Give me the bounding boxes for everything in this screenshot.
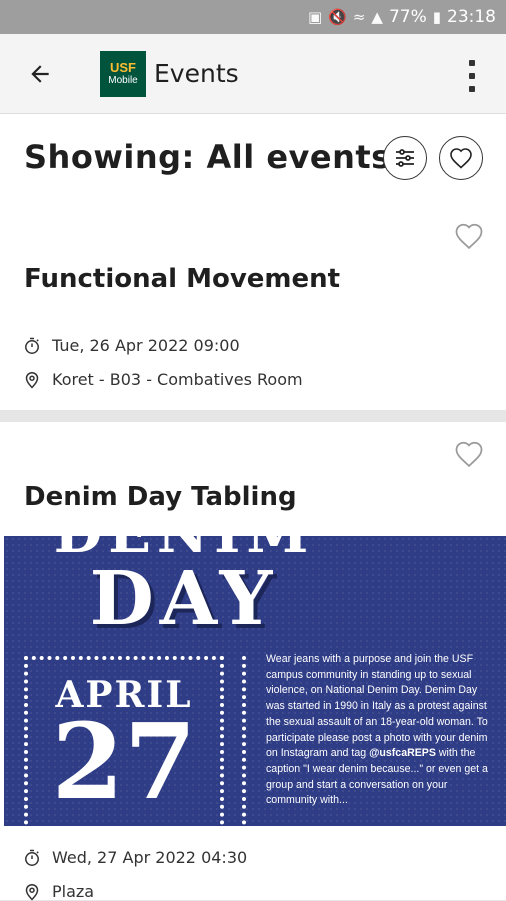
- poster-day: 27: [51, 700, 197, 823]
- stopwatch-icon: [25, 337, 39, 354]
- events-header: Showing: All events: [0, 114, 506, 204]
- app-title: Events: [154, 59, 239, 88]
- event-card[interactable]: Functional Movement Tue, 26 Apr 2022 09:…: [0, 204, 506, 410]
- poster-divider: [242, 656, 246, 826]
- event-location: Plaza: [24, 882, 94, 901]
- sim-icon: ▣: [307, 8, 323, 26]
- event-datetime: Wed, 27 Apr 2022 04:30: [24, 848, 247, 867]
- arrow-left-icon: [31, 64, 49, 83]
- wifi-icon: ≈: [352, 8, 366, 26]
- event-title[interactable]: Denim Day Tabling: [24, 482, 297, 512]
- favorite-heart-icon[interactable]: [454, 440, 484, 468]
- event-card[interactable]: Denim Day Tabling DENIM DAY APRIL 27 Wea…: [0, 422, 506, 901]
- clock: 23:18: [447, 7, 496, 27]
- filter-button[interactable]: [383, 136, 427, 180]
- back-button[interactable]: [20, 54, 60, 94]
- sliders-icon: [396, 149, 414, 167]
- status-bar: ▣ 🔇 ≈ ▲ 77% ▮ 23:18: [0, 0, 506, 34]
- event-poster-image[interactable]: DENIM DAY APRIL 27 Wear jeans with a pur…: [4, 536, 506, 826]
- app-bar: USF Mobile Events: [0, 34, 506, 114]
- poster-date-box: APRIL 27: [24, 656, 224, 826]
- battery-icon: ▮: [432, 8, 441, 26]
- event-location: Koret - B03 - Combatives Room: [24, 370, 303, 389]
- overflow-menu-icon[interactable]: [468, 60, 476, 92]
- signal-icon: ▲: [371, 8, 383, 26]
- stopwatch-icon: [25, 849, 39, 866]
- favorites-filter-button[interactable]: [439, 136, 483, 180]
- page-title: Showing: All events: [24, 138, 391, 176]
- event-datetime: Tue, 26 Apr 2022 09:00: [24, 336, 240, 355]
- battery-level: 77%: [388, 7, 427, 27]
- location-pin-icon: [25, 371, 39, 389]
- heart-outline-icon: [450, 148, 472, 169]
- usf-mobile-logo: USF Mobile: [100, 50, 146, 97]
- favorite-heart-icon[interactable]: [454, 222, 484, 250]
- mute-icon: 🔇: [328, 8, 347, 26]
- poster-headline: DAY: [89, 556, 279, 642]
- poster-description: Wear jeans with a purpose and join the U…: [266, 653, 488, 807]
- location-pin-icon: [25, 883, 39, 901]
- event-title[interactable]: Functional Movement: [24, 264, 340, 294]
